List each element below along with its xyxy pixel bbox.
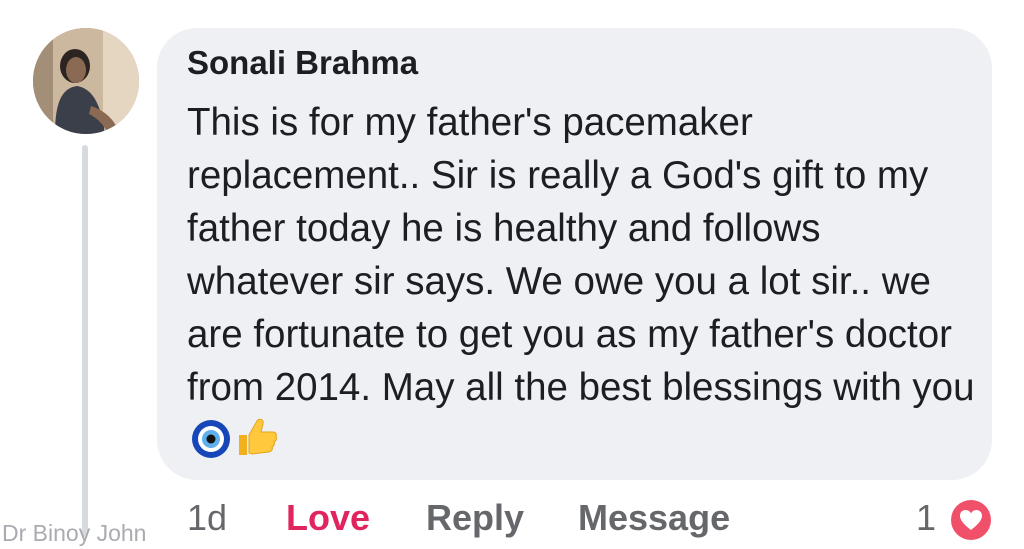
- comment-timestamp[interactable]: 1d: [187, 497, 227, 539]
- profile-photo: [33, 28, 139, 134]
- heart-icon: [951, 500, 991, 540]
- reply-button[interactable]: Reply: [426, 497, 524, 539]
- comment-body: This is for my father's pacemaker replac…: [187, 96, 977, 473]
- message-button[interactable]: Message: [578, 497, 730, 539]
- reaction-count[interactable]: 1: [916, 497, 936, 539]
- thread-line: [82, 145, 88, 537]
- watermark: Dr Binoy John: [2, 520, 147, 546]
- comment-actions: 1d Love Reply Message 1: [0, 497, 1024, 541]
- thumbs-up-icon: [235, 415, 279, 473]
- avatar[interactable]: [33, 28, 139, 134]
- love-reaction-button[interactable]: Love: [286, 497, 370, 539]
- comment-text: This is for my father's pacemaker replac…: [187, 101, 975, 409]
- comment-author[interactable]: Sonali Brahma: [187, 44, 418, 82]
- heart-reaction-badge[interactable]: [949, 498, 993, 542]
- nazar-amulet-icon: [191, 419, 231, 473]
